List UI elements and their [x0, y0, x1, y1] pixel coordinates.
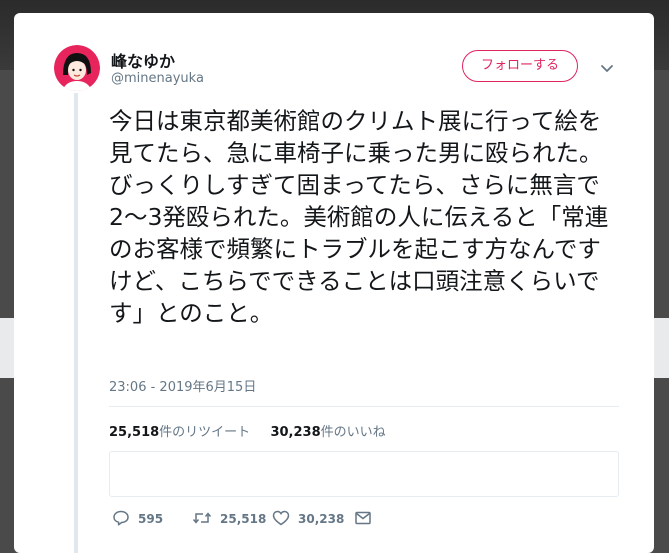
tweet-card: 峰なゆか @minenayuka フォローする 今日は東京都美術館のクリムト展に…	[14, 13, 654, 553]
display-name[interactable]: 峰なゆか	[111, 48, 175, 72]
direct-message-icon	[354, 509, 380, 530]
reply-count: 595	[138, 512, 164, 526]
reply-box[interactable]	[109, 451, 619, 497]
reply-button[interactable]: 595	[112, 509, 163, 529]
tweet-timestamp[interactable]: 23:06 - 2019年6月15日	[109, 376, 256, 395]
divider	[109, 406, 619, 407]
like-action-count: 30,238	[298, 512, 345, 526]
direct-message-button[interactable]	[354, 509, 380, 529]
chevron-down-icon[interactable]	[599, 60, 615, 76]
reply-icon	[112, 509, 138, 530]
user-handle[interactable]: @minenayuka	[111, 71, 204, 86]
tweet-text: 今日は東京都美術館のクリムト展に行って絵を見てたら、急に車椅子に乗った男に殴られ…	[109, 107, 609, 327]
avatar[interactable]	[54, 45, 100, 91]
tweet-stats: 25,518件のリツイート 30,238件のいいね	[109, 421, 386, 440]
like-icon	[272, 509, 298, 530]
retweet-count[interactable]: 25,518件のリツイート	[109, 425, 250, 440]
like-count[interactable]: 30,238件のいいね	[270, 425, 385, 440]
retweet-icon	[192, 509, 220, 530]
like-button[interactable]: 30,238	[272, 509, 344, 529]
retweet-button[interactable]: 25,518	[192, 509, 266, 529]
follow-button[interactable]: フォローする	[462, 50, 578, 82]
thread-line	[74, 93, 78, 553]
retweet-action-count: 25,518	[220, 512, 267, 526]
